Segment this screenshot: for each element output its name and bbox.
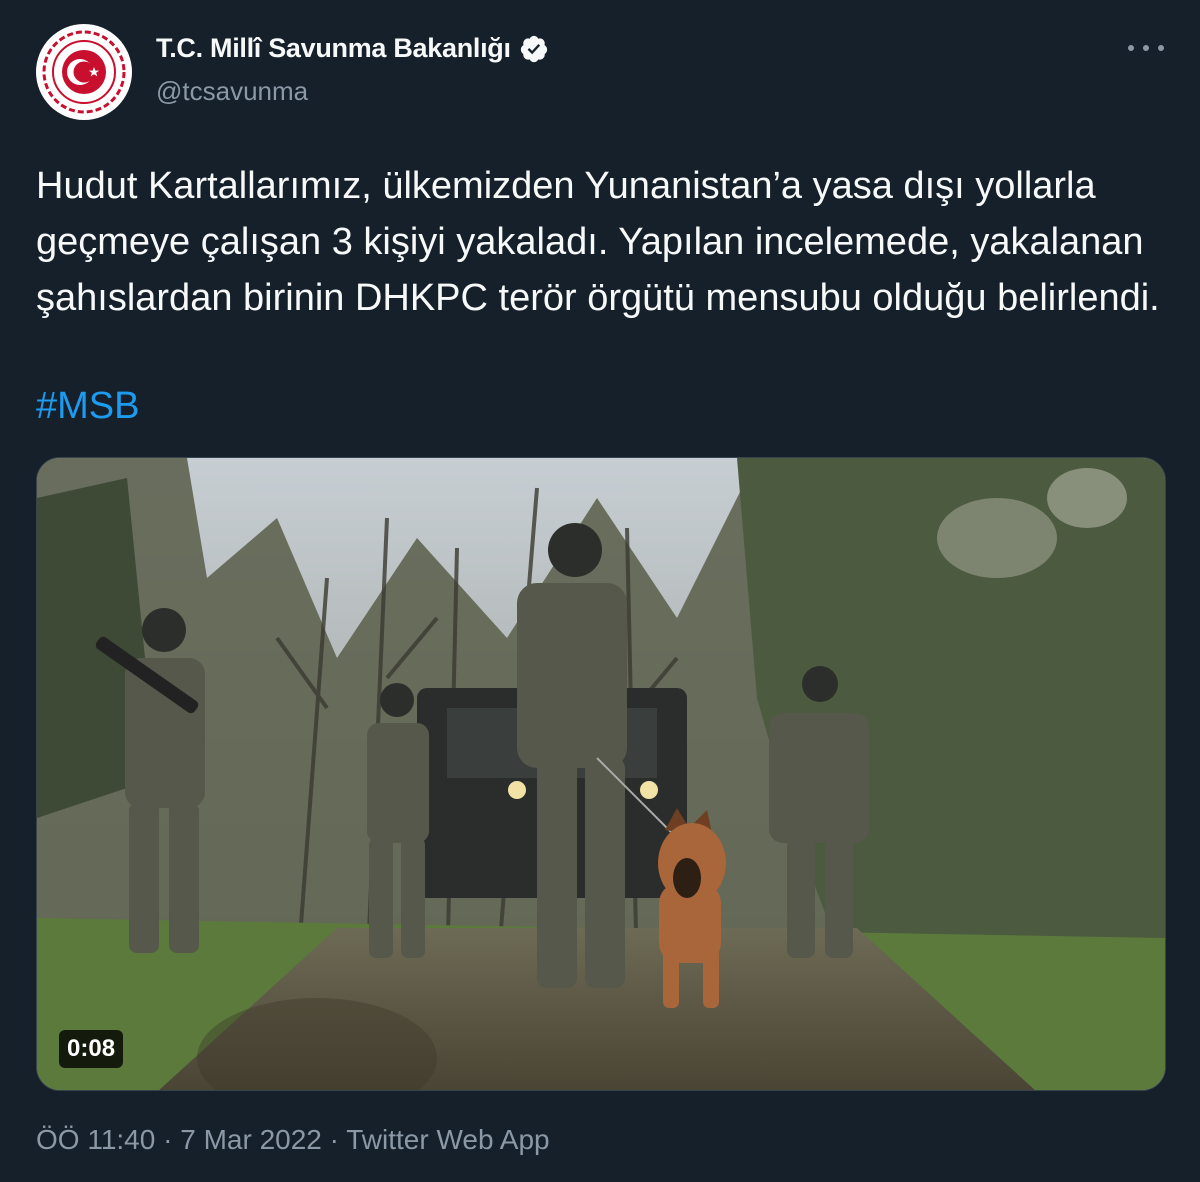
- more-options-icon[interactable]: [1128, 38, 1164, 58]
- video-player[interactable]: 0:08: [36, 457, 1166, 1091]
- tweet-text: Hudut Kartallarımız, ülkemizden Yunanist…: [36, 165, 1160, 319]
- tweet[interactable]: T.C. Millî Savunma Bakanlığı @tcsavunma …: [0, 0, 1200, 1182]
- separator: ·: [329, 1124, 339, 1155]
- tweet-date[interactable]: 7 Mar 2022: [180, 1124, 322, 1155]
- hashtag-link[interactable]: #MSB: [36, 384, 139, 428]
- tweet-meta: ÖÖ 11:40 · 7 Mar 2022 · Twitter Web App: [36, 1124, 550, 1156]
- tweet-time[interactable]: ÖÖ 11:40: [36, 1124, 155, 1155]
- video-duration: 0:08: [59, 1030, 124, 1068]
- video-thumbnail: [37, 458, 1165, 1090]
- verified-badge-icon: [520, 35, 547, 62]
- avatar[interactable]: [36, 24, 132, 120]
- separator: ·: [163, 1124, 173, 1155]
- handle[interactable]: @tcsavunma: [156, 76, 308, 107]
- display-name[interactable]: T.C. Millî Savunma Bakanlığı: [156, 33, 549, 64]
- msb-logo-icon: [38, 26, 130, 118]
- tweet-source[interactable]: Twitter Web App: [346, 1124, 549, 1155]
- display-name-text[interactable]: T.C. Millî Savunma Bakanlığı: [156, 33, 511, 64]
